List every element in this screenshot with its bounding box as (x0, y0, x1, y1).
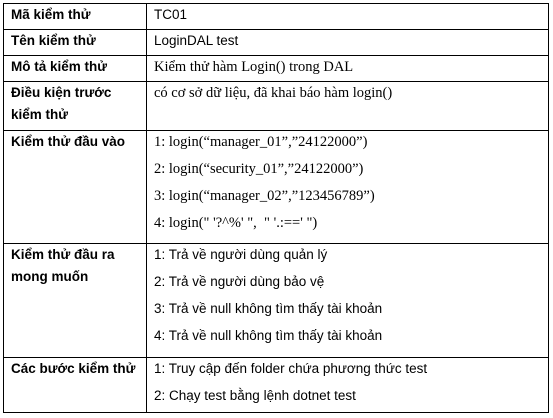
test-case-table: Mã kiểm thử TC01 Tên kiểm thử LoginDAL t… (3, 2, 549, 414)
value-test-steps: 1: Truy cập đến folder chứa phương thức … (146, 356, 549, 414)
row-test-input: Kiểm thử đầu vào 1: login(“manager_01”,”… (3, 129, 549, 245)
description-text: Kiểm thử hàm Login() trong DAL (154, 59, 354, 76)
label-precondition: Điều kiện trước kiểm thử (3, 81, 147, 131)
precondition-text: có cơ sở dữ liệu, đã khai báo hàm login(… (154, 85, 393, 102)
input-line: 1: login(“manager_01”,”24122000”) (154, 133, 368, 150)
row-test-name: Tên kiểm thử LoginDAL test (3, 29, 549, 57)
row-test-id: Mã kiểm thử TC01 (3, 2, 549, 31)
row-test-steps: Các bước kiểm thử 1: Truy cập đến folder… (3, 356, 549, 414)
input-line: 3: login(“manager_02”,”123456789”) (154, 187, 375, 204)
row-precondition: Điều kiện trước kiểm thử có cơ sở dữ liệ… (3, 81, 549, 131)
value-expected-output: 1: Trả về người dùng quản lý 2: Trả về n… (146, 243, 549, 358)
value-precondition: có cơ sở dữ liệu, đã khai báo hàm login(… (146, 81, 549, 131)
label-description: Mô tả kiểm thử (3, 55, 147, 83)
label-test-name: Tên kiểm thử (3, 29, 147, 57)
value-description: Kiểm thử hàm Login() trong DAL (146, 55, 549, 83)
row-expected-output: Kiểm thử đầu ra mong muốn 1: Trả về ngườ… (3, 243, 549, 358)
value-test-input: 1: login(“manager_01”,”24122000”) 2: log… (146, 129, 549, 245)
label-test-steps: Các bước kiểm thử (3, 356, 147, 414)
test-id-text: TC01 (154, 7, 188, 22)
label-test-id: Mã kiểm thử (3, 2, 147, 31)
value-test-id: TC01 (146, 2, 549, 31)
expected-line: 2: Trả về người dùng bảo vệ (154, 274, 325, 290)
test-name-text: LoginDAL test (154, 33, 239, 49)
label-test-input: Kiểm thử đầu vào (3, 129, 147, 245)
row-description: Mô tả kiểm thử Kiểm thử hàm Login() tron… (3, 55, 549, 83)
label-expected-output: Kiểm thử đầu ra mong muốn (3, 243, 147, 358)
input-line: 4: login(" '?^%' ", " '.:==' ") (154, 214, 318, 231)
input-line: 2: login(“security_01”,”24122000”) (154, 160, 364, 177)
step-line: 2: Chạy test bằng lệnh dotnet test (154, 387, 356, 403)
expected-line: 3: Trả về null không tìm thấy tài khoản (154, 301, 383, 317)
expected-line: 1: Trả về người dùng quản lý (154, 247, 328, 263)
expected-line: 4: Trả về null không tìm thấy tài khoản (154, 328, 383, 344)
value-test-name: LoginDAL test (146, 29, 549, 57)
step-line: 1: Truy cập đến folder chứa phương thức … (154, 360, 428, 376)
